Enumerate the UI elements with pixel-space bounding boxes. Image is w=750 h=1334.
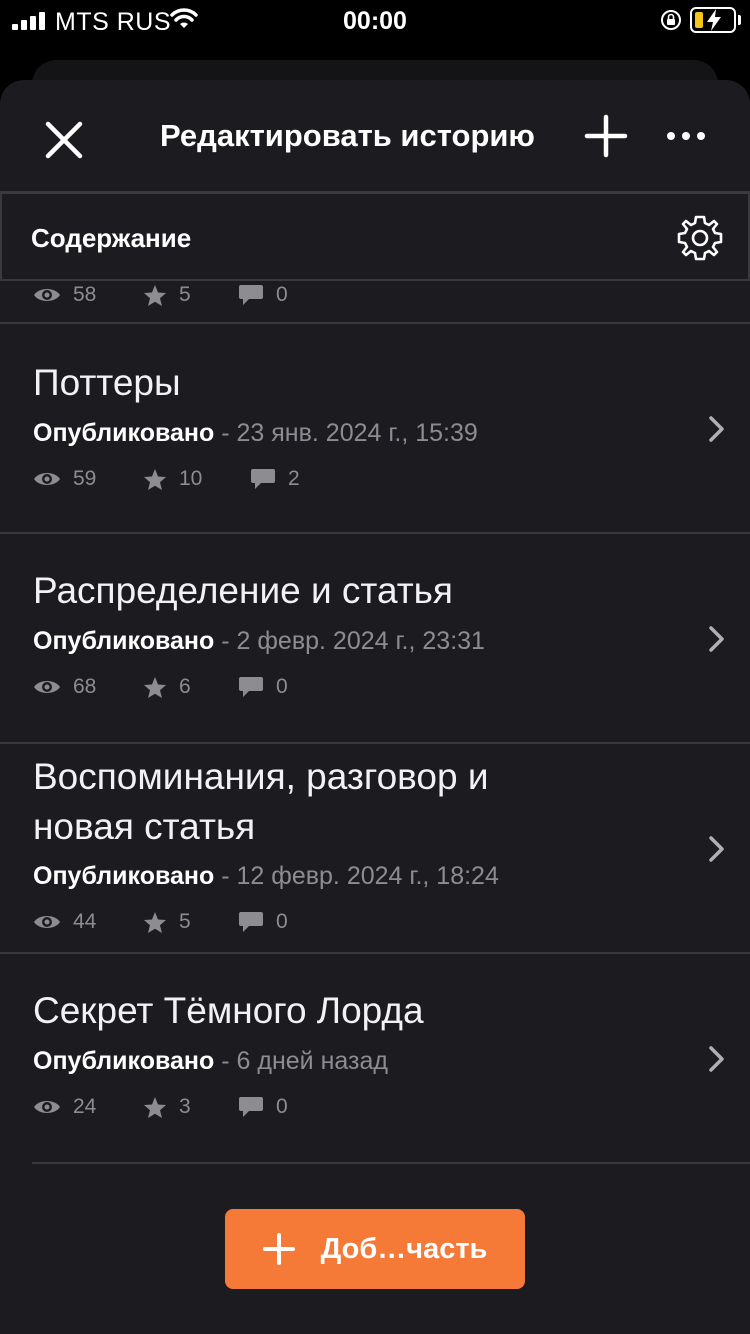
publish-date: 23 янв. 2024 г., 15:39 (236, 419, 478, 447)
list-item[interactable]: Воспоминания, разговор и новая статья Оп… (0, 744, 750, 954)
part-title: Воспоминания, разговор и новая статья (33, 752, 489, 852)
star-icon (144, 1096, 166, 1118)
star-icon (144, 284, 166, 306)
views-stat: 24 (33, 1095, 143, 1119)
comments-stat: 2 (250, 467, 300, 491)
views-stat: 58 (33, 283, 143, 307)
item-stats: 44 5 0 (33, 910, 288, 934)
list-item[interactable]: Секрет Тёмного Лорда Опубликовано - 6 дн… (0, 954, 750, 1164)
meta-separator: - (214, 1047, 237, 1075)
eye-icon (34, 473, 60, 485)
comments-stat: 0 (238, 675, 288, 699)
chevron-right-icon[interactable] (706, 1044, 728, 1074)
comments-stat: 0 (238, 910, 288, 934)
status-label: Опубликовано (33, 862, 215, 890)
status-time: 00:00 (343, 7, 407, 35)
list-item[interactable]: Распределение и статья Опубликовано - 2 … (0, 534, 750, 744)
votes-stat: 3 (143, 1095, 238, 1119)
publish-date: 6 дней назад (236, 1047, 388, 1075)
status-label: Опубликовано (33, 627, 215, 655)
battery-icon (690, 7, 736, 33)
add-part-label: Доб…часть (320, 1232, 488, 1265)
list-item[interactable]: Поттеры Опубликовано - 23 янв. 2024 г., … (0, 324, 750, 534)
edit-story-sheet: Редактировать историю Содержание 58 5 0 … (0, 80, 750, 1334)
views-stat: 68 (33, 675, 143, 699)
publish-date: 12 февр. 2024 г., 18:24 (236, 862, 499, 890)
comment-icon (239, 677, 263, 697)
part-title: Секрет Тёмного Лорда (33, 990, 424, 1031)
eye-icon (34, 1101, 60, 1113)
battery-nub (738, 15, 741, 25)
part-title: Поттеры (33, 362, 181, 403)
star-icon (144, 911, 166, 933)
chevron-right-icon[interactable] (706, 624, 728, 654)
part-meta: Опубликовано - 23 янв. 2024 г., 15:39 (33, 419, 478, 448)
votes-stat: 6 (143, 675, 238, 699)
part-meta: Опубликовано - 6 дней назад (33, 1047, 388, 1076)
comments-stat: 0 (238, 1095, 288, 1119)
part-title-line: Воспоминания, разговор и (33, 756, 489, 797)
publish-date: 2 февр. 2024 г., 23:31 (236, 627, 485, 655)
meta-separator: - (214, 419, 237, 447)
close-icon[interactable] (40, 116, 88, 164)
star-icon (144, 676, 166, 698)
page-title: Редактировать историю (160, 118, 535, 153)
item-stats: 24 3 0 (33, 1095, 288, 1119)
eye-icon (34, 289, 60, 301)
eye-icon (34, 916, 60, 928)
list-item[interactable]: 58 5 0 (0, 281, 750, 324)
comment-icon (239, 1097, 263, 1117)
status-label: Опубликовано (33, 1047, 215, 1075)
views-stat: 59 (33, 467, 143, 491)
meta-separator: - (214, 862, 237, 890)
eye-icon (34, 681, 60, 693)
orientation-lock-icon (661, 10, 681, 30)
part-title-line: новая статья (33, 806, 256, 847)
part-title: Распределение и статья (33, 570, 453, 611)
gear-icon[interactable] (676, 214, 724, 262)
plus-icon (262, 1233, 295, 1265)
contents-section-header: Содержание (0, 192, 750, 281)
votes-stat: 5 (143, 910, 238, 934)
meta-separator: - (214, 627, 237, 655)
star-icon (144, 468, 166, 490)
part-meta: Опубликовано - 12 февр. 2024 г., 18:24 (33, 862, 499, 891)
votes-stat: 5 (143, 283, 238, 307)
header: Редактировать историю (0, 80, 750, 192)
list-divider (32, 1162, 750, 1164)
comment-icon (239, 285, 263, 305)
views-stat: 44 (33, 910, 143, 934)
status-label: Опубликовано (33, 419, 215, 447)
part-meta: Опубликовано - 2 февр. 2024 г., 23:31 (33, 627, 485, 656)
add-part-button[interactable]: Доб…часть (225, 1209, 525, 1289)
item-stats: 58 5 0 (33, 283, 288, 307)
plus-icon[interactable] (584, 114, 628, 158)
item-stats: 68 6 0 (33, 675, 288, 699)
chevron-right-icon[interactable] (706, 834, 728, 864)
item-stats: 59 10 2 (33, 467, 300, 491)
comments-stat: 0 (238, 283, 288, 307)
status-bar: MTS RUS 00:00 (0, 0, 750, 44)
comment-icon (251, 469, 275, 489)
votes-stat: 10 (143, 467, 250, 491)
more-horizontal-icon[interactable] (664, 124, 708, 148)
chevron-right-icon[interactable] (706, 414, 728, 444)
contents-label: Содержание (31, 223, 192, 253)
comment-icon (239, 912, 263, 932)
